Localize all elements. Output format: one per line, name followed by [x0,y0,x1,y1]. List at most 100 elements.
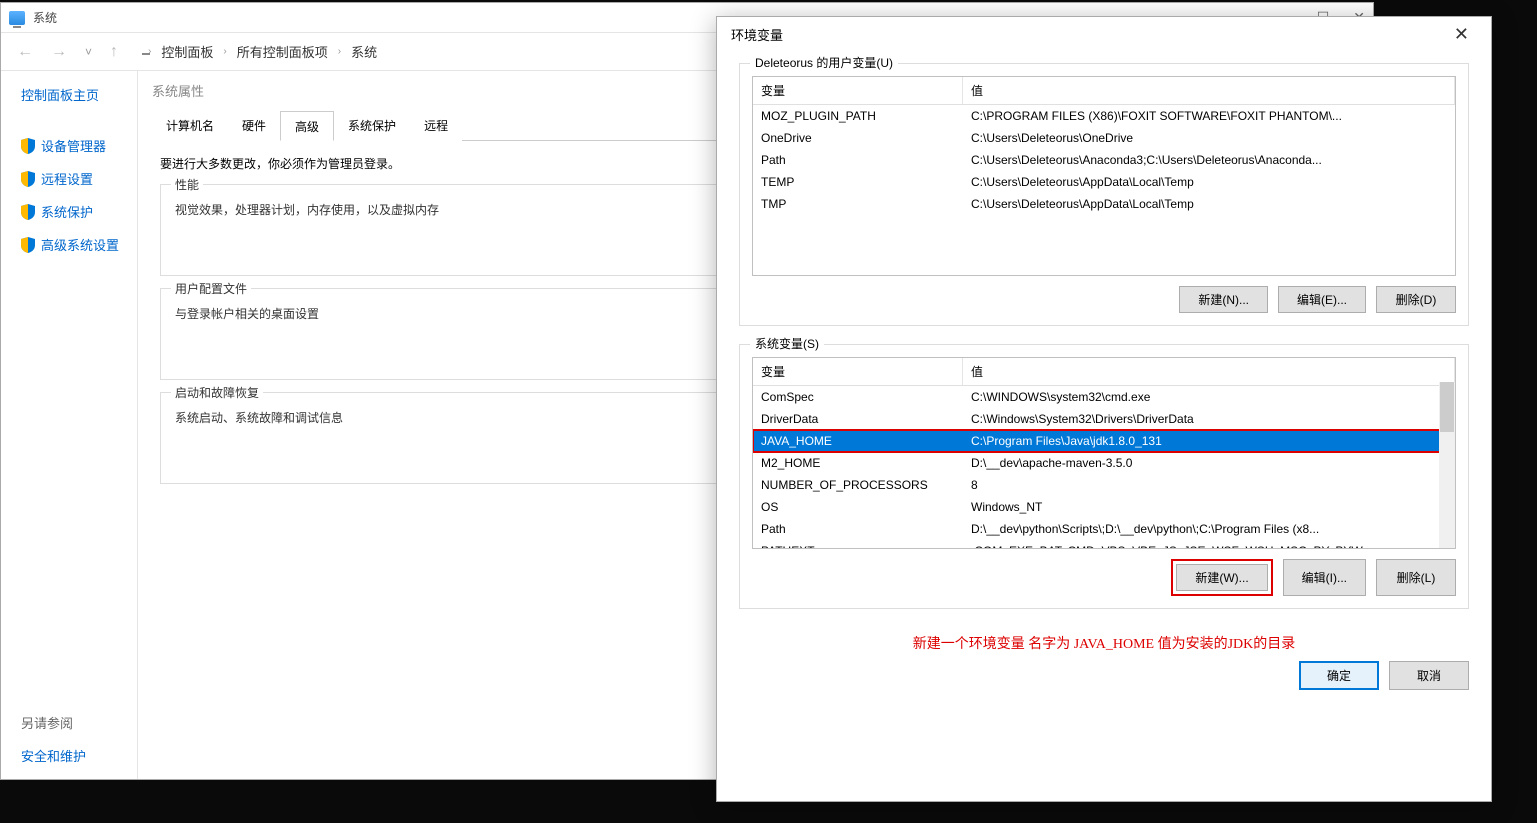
cell-var: MOZ_PLUGIN_PATH [753,105,963,127]
up-arrow-icon[interactable]: ↑ [106,39,122,65]
cell-var: JAVA_HOME [753,430,963,452]
cell-var: DriverData [753,408,963,430]
group-title: 用户配置文件 [171,280,251,297]
scrollbar[interactable] [1439,382,1455,548]
ok-button[interactable]: 确定 [1299,661,1379,690]
sidebar-item-advanced[interactable]: 高级系统设置 [21,235,137,254]
chevron-right-icon: › [148,46,151,57]
cell-val: .COM;.EXE;.BAT;.CMD;.VBS;.VBE;.JS;.JSE;.… [963,540,1455,549]
system-vars-list[interactable]: 变量 值 ComSpecC:\WINDOWS\system32\cmd.exeD… [752,357,1456,549]
table-row[interactable]: ComSpecC:\WINDOWS\system32\cmd.exe [753,386,1455,408]
cell-var: NUMBER_OF_PROCESSORS [753,474,963,496]
group-title: 启动和故障恢复 [171,384,263,401]
forward-arrow-icon[interactable]: → [47,39,71,65]
chevron-right-icon: › [338,46,341,57]
see-also-label: 另请参阅 [21,713,137,732]
table-row[interactable]: OSWindows_NT [753,496,1455,518]
sidebar-item-remote[interactable]: 远程设置 [21,169,137,188]
table-row[interactable]: PathC:\Users\Deleteorus\Anaconda3;C:\Use… [753,149,1455,171]
sidebar-item-device-manager[interactable]: 设备管理器 [21,136,137,155]
cell-var: M2_HOME [753,452,963,474]
sys-new-button[interactable]: 新建(W)... [1176,564,1267,591]
list-header: 变量 值 [753,77,1455,105]
col-variable: 变量 [753,358,963,385]
back-arrow-icon[interactable]: ← [13,39,37,65]
env-variables-dialog: 环境变量 ✕ Deleteorus 的用户变量(U) 变量 值 MOZ_PLUG… [716,16,1492,802]
table-row[interactable]: M2_HOMED:\__dev\apache-maven-3.5.0 [753,452,1455,474]
cell-var: OneDrive [753,127,963,149]
cell-val: D:\__dev\apache-maven-3.5.0 [963,452,1455,474]
user-vars-section: Deleteorus 的用户变量(U) 变量 值 MOZ_PLUGIN_PATH… [739,63,1469,326]
dialog-footer: 确定 取消 [739,661,1469,690]
table-row[interactable]: PATHEXT.COM;.EXE;.BAT;.CMD;.VBS;.VBE;.JS… [753,540,1455,549]
section-title: 系统变量(S) [750,335,824,352]
table-row[interactable]: DriverDataC:\Windows\System32\Drivers\Dr… [753,408,1455,430]
breadcrumb-item[interactable]: 控制面板 [161,42,213,61]
tab-remote[interactable]: 远程 [410,111,462,141]
sidebar-home[interactable]: 控制面板主页 [21,85,137,104]
tab-hardware[interactable]: 硬件 [228,111,280,141]
table-row[interactable]: OneDriveC:\Users\Deleteorus\OneDrive [753,127,1455,149]
table-row[interactable]: NUMBER_OF_PROCESSORS8 [753,474,1455,496]
tab-advanced[interactable]: 高级 [280,111,334,141]
scrollbar-thumb[interactable] [1440,382,1454,432]
user-edit-button[interactable]: 编辑(E)... [1278,286,1366,313]
cell-var: Path [753,518,963,540]
dialog-titlebar: 环境变量 ✕ [717,17,1491,51]
annotation-text: 新建一个环境变量 名字为 JAVA_HOME 值为安装的JDK的目录 [739,633,1469,653]
cell-var: Path [753,149,963,171]
cell-var: ComSpec [753,386,963,408]
cell-val: C:\Users\Deleteorus\AppData\Local\Temp [963,171,1455,193]
cell-val: C:\WINDOWS\system32\cmd.exe [963,386,1455,408]
shield-icon [21,138,35,154]
cell-val: C:\Program Files\Java\jdk1.8.0_131 [963,430,1455,452]
group-title: 性能 [171,176,203,193]
cell-val: D:\__dev\python\Scripts\;D:\__dev\python… [963,518,1455,540]
sidebar: 控制面板主页 设备管理器 远程设置 系统保护 高级系统设置 另请参阅 安全和维护 [1,71,137,779]
cell-val: C:\Users\Deleteorus\AppData\Local\Temp [963,193,1455,215]
recent-dropdown-icon[interactable]: ˅ [81,41,96,63]
cell-val: C:\Windows\System32\Drivers\DriverData [963,408,1455,430]
list-header: 变量 值 [753,358,1455,386]
close-icon[interactable]: ✕ [1446,22,1477,47]
cell-var: OS [753,496,963,518]
sidebar-security-link[interactable]: 安全和维护 [21,746,137,765]
breadcrumb-item[interactable]: 所有控制面板项 [237,42,328,61]
col-variable: 变量 [753,77,963,104]
sys-delete-button[interactable]: 删除(L) [1376,559,1456,596]
sys-edit-button[interactable]: 编辑(I)... [1283,559,1366,596]
section-title: Deleteorus 的用户变量(U) [750,54,898,71]
cell-val: C:\Users\Deleteorus\OneDrive [963,127,1455,149]
cell-var: TMP [753,193,963,215]
annotation-highlight: 新建(W)... [1171,559,1272,596]
user-delete-button[interactable]: 删除(D) [1376,286,1456,313]
cell-val: Windows_NT [963,496,1455,518]
table-row[interactable]: PathD:\__dev\python\Scripts\;D:\__dev\py… [753,518,1455,540]
tab-computer-name[interactable]: 计算机名 [152,111,228,141]
user-new-button[interactable]: 新建(N)... [1179,286,1268,313]
cell-var: TEMP [753,171,963,193]
system-icon [9,11,25,25]
shield-icon [21,171,35,187]
chevron-right-icon: › [223,46,226,57]
tab-protection[interactable]: 系统保护 [334,111,410,141]
cancel-button[interactable]: 取消 [1389,661,1469,690]
cell-val: 8 [963,474,1455,496]
table-row[interactable]: TEMPC:\Users\Deleteorus\AppData\Local\Te… [753,171,1455,193]
breadcrumb[interactable]: › 控制面板 › 所有控制面板项 › 系统 [148,42,377,61]
sidebar-item-protection[interactable]: 系统保护 [21,202,137,221]
col-value: 值 [963,358,1455,385]
table-row[interactable]: MOZ_PLUGIN_PATHC:\PROGRAM FILES (X86)\FO… [753,105,1455,127]
dialog-title: 环境变量 [731,25,783,44]
system-vars-section: 系统变量(S) 变量 值 ComSpecC:\WINDOWS\system32\… [739,344,1469,609]
breadcrumb-item[interactable]: 系统 [351,42,377,61]
cell-val: C:\PROGRAM FILES (X86)\FOXIT SOFTWARE\FO… [963,105,1455,127]
cell-val: C:\Users\Deleteorus\Anaconda3;C:\Users\D… [963,149,1455,171]
col-value: 值 [963,77,1455,104]
shield-icon [21,204,35,220]
table-row[interactable]: TMPC:\Users\Deleteorus\AppData\Local\Tem… [753,193,1455,215]
user-vars-list[interactable]: 变量 值 MOZ_PLUGIN_PATHC:\PROGRAM FILES (X8… [752,76,1456,276]
cell-var: PATHEXT [753,540,963,549]
table-row[interactable]: JAVA_HOMEC:\Program Files\Java\jdk1.8.0_… [753,430,1455,452]
shield-icon [21,237,35,253]
